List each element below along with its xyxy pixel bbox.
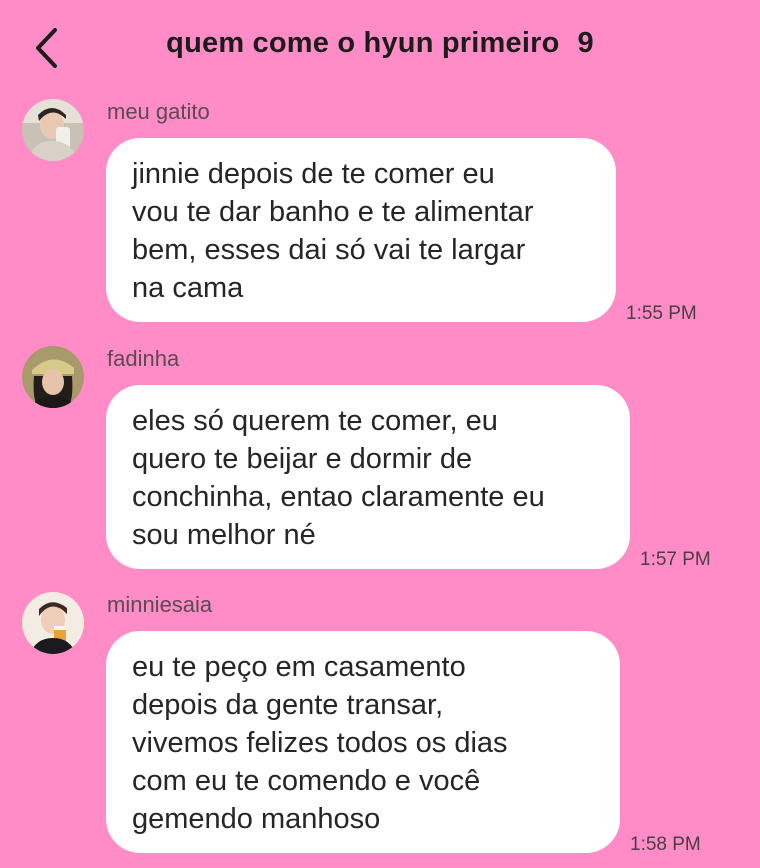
message-line: jinnie depois de te comer eu <box>132 158 495 190</box>
group-title[interactable]: quem come o hyun primeiro 9 <box>0 27 760 60</box>
sender-name: meu gatito <box>107 99 210 124</box>
message-line: bem, esses dai só vai te largar <box>132 234 526 266</box>
message-timestamp: 1:55 PM <box>626 303 697 324</box>
message-line: depois da gente transar, <box>132 689 444 721</box>
sender-name: fadinha <box>107 346 180 371</box>
member-count: 9 <box>577 27 594 59</box>
message-timestamp: 1:58 PM <box>630 834 701 855</box>
message-line: gemendo manhoso <box>132 803 381 835</box>
message-bubble[interactable]: eles só querem te comer, eu quero te bei… <box>106 385 630 569</box>
message-line: eles só querem te comer, eu <box>132 405 498 437</box>
message-line: na cama <box>132 272 244 304</box>
message-timestamp: 1:57 PM <box>640 549 711 570</box>
avatar[interactable] <box>22 99 84 161</box>
sender-name: minniesaia <box>107 592 213 617</box>
message-line: sou melhor né <box>132 519 316 551</box>
group-name: quem come o hyun primeiro <box>166 27 560 59</box>
message-line: vivemos felizes todos os dias <box>132 727 508 759</box>
message-bubble[interactable]: eu te peço em casamento depois da gente … <box>106 631 620 853</box>
chat-header: quem come o hyun primeiro 9 <box>0 0 760 92</box>
avatar[interactable] <box>22 346 84 408</box>
message-line: eu te peço em casamento <box>132 651 466 683</box>
message-line: com eu te comendo e você <box>132 765 481 797</box>
message-line: quero te beijar e dormir de <box>132 443 473 475</box>
message-bubble[interactable]: jinnie depois de te comer eu vou te dar … <box>106 138 616 322</box>
message-line: conchinha, entao claramente eu <box>132 481 545 513</box>
avatar[interactable] <box>22 592 84 654</box>
message-line: vou te dar banho e te alimentar <box>132 196 534 228</box>
